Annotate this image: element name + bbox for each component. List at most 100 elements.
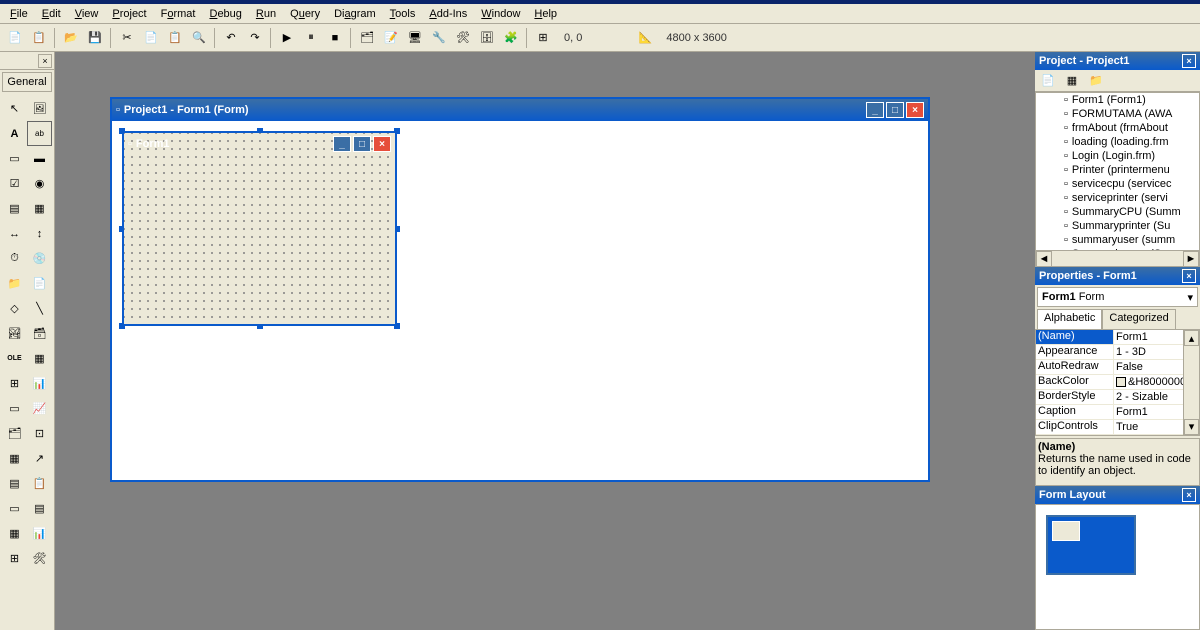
tree-item[interactable]: ▫serviceprinter (servi: [1036, 191, 1199, 205]
toolbox-button[interactable]: 🛠: [452, 27, 474, 49]
custom-tool-13[interactable]: ▤: [27, 496, 52, 521]
hscrollbar-tool[interactable]: ↔: [2, 221, 27, 246]
properties-close-button[interactable]: ×: [1182, 269, 1196, 283]
custom-tool-17[interactable]: 🛠: [27, 546, 52, 571]
toolbox-close-button[interactable]: ×: [38, 54, 52, 68]
paste-button[interactable]: 📋: [164, 27, 186, 49]
custom-tool-7[interactable]: ⊡: [27, 421, 52, 446]
tree-item[interactable]: ▫frmAbout (frmAbout: [1036, 121, 1199, 135]
custom-tool-16[interactable]: ⊞: [2, 546, 27, 571]
menu-diagram[interactable]: Diagram: [328, 6, 382, 22]
menu-debug[interactable]: Debug: [203, 6, 247, 22]
property-row[interactable]: ControlBoxTrue: [1036, 435, 1199, 436]
menu-run[interactable]: Run: [250, 6, 282, 22]
undo-button[interactable]: ↶: [220, 27, 242, 49]
filelistbox-tool[interactable]: 📄: [27, 271, 52, 296]
designer-minimize-button[interactable]: _: [866, 102, 884, 118]
add-form-button[interactable]: 📋: [28, 27, 50, 49]
custom-tool-9[interactable]: ↗: [27, 446, 52, 471]
commandbutton-tool[interactable]: ▬: [27, 146, 52, 171]
properties-object-combo[interactable]: Form1 Form ▾: [1037, 287, 1198, 307]
form1-close-button[interactable]: ×: [373, 136, 391, 152]
toggle-folders-button[interactable]: 📁: [1085, 70, 1107, 92]
menu-project[interactable]: Project: [106, 6, 152, 22]
property-row[interactable]: BackColor&H8000000F: [1036, 375, 1199, 390]
label-tool[interactable]: A: [2, 121, 27, 146]
properties-grid[interactable]: (Name)Form1Appearance1 - 3DAutoRedrawFal…: [1035, 329, 1200, 436]
form1-minimize-button[interactable]: _: [333, 136, 351, 152]
break-button[interactable]: ⏸: [300, 27, 322, 49]
object-browser-button[interactable]: 🔧: [428, 27, 450, 49]
menu-view[interactable]: View: [69, 6, 105, 22]
property-row[interactable]: Appearance1 - 3D: [1036, 345, 1199, 360]
custom-tool-10[interactable]: ▤: [2, 471, 27, 496]
props-scroll-down[interactable]: ▾: [1184, 419, 1199, 435]
frame-tool[interactable]: ▭: [2, 146, 27, 171]
designer-close-button[interactable]: ×: [906, 102, 924, 118]
property-row[interactable]: (Name)Form1: [1036, 330, 1199, 345]
designer-maximize-button[interactable]: □: [886, 102, 904, 118]
categorized-tab[interactable]: Categorized: [1102, 309, 1175, 329]
optionbutton-tool[interactable]: ◉: [27, 171, 52, 196]
view-code-button[interactable]: 📄: [1037, 70, 1059, 92]
line-tool[interactable]: ╲: [27, 296, 52, 321]
custom-tool-14[interactable]: ▦: [2, 521, 27, 546]
custom-tool-5[interactable]: 📈: [27, 396, 52, 421]
properties-panel-title[interactable]: Properties - Form1 ×: [1035, 267, 1200, 285]
checkbox-tool[interactable]: ☑: [2, 171, 27, 196]
form-layout-body[interactable]: [1035, 504, 1200, 630]
custom-tool-15[interactable]: 📊: [27, 521, 52, 546]
view-object-button[interactable]: ▦: [1061, 70, 1083, 92]
menu-help[interactable]: Help: [528, 6, 563, 22]
custom-tool-6[interactable]: 🗂: [2, 421, 27, 446]
menu-query[interactable]: Query: [284, 6, 326, 22]
menu-format[interactable]: Format: [155, 6, 202, 22]
menu-window[interactable]: Window: [475, 6, 526, 22]
timer-tool[interactable]: ⏱: [2, 246, 27, 271]
custom-tool-12[interactable]: ▭: [2, 496, 27, 521]
tree-item[interactable]: ▫Login (Login.frm): [1036, 149, 1199, 163]
toolbox-general-tab[interactable]: General: [2, 72, 52, 92]
property-row[interactable]: AutoRedrawFalse: [1036, 360, 1199, 375]
start-button[interactable]: ▶: [276, 27, 298, 49]
form-design-surface[interactable]: ▫ Form1 _ □ ×: [122, 131, 397, 326]
tree-item[interactable]: ▫Summaryprinter (Su: [1036, 219, 1199, 233]
grid-button[interactable]: ⊞: [532, 27, 554, 49]
form-layout-close-button[interactable]: ×: [1182, 488, 1196, 502]
visual-component-button[interactable]: 🧩: [500, 27, 522, 49]
props-scroll-up[interactable]: ▴: [1184, 330, 1199, 346]
textbox-tool[interactable]: ab: [27, 121, 52, 146]
tree-item[interactable]: ▫summaryuser (summ: [1036, 233, 1199, 247]
custom-tool-3[interactable]: 📊: [27, 371, 52, 396]
alphabetic-tab[interactable]: Alphabetic: [1037, 309, 1102, 329]
menu-file[interactable]: File: [4, 6, 34, 22]
custom-tool-8[interactable]: ▦: [2, 446, 27, 471]
redo-button[interactable]: ↷: [244, 27, 266, 49]
tree-item[interactable]: ▫SummaryCPU (Summ: [1036, 205, 1199, 219]
mini-form-preview[interactable]: [1052, 521, 1080, 541]
tree-item[interactable]: ▫servicecpu (servicec: [1036, 177, 1199, 191]
save-button[interactable]: 💾: [84, 27, 106, 49]
mini-screen[interactable]: [1046, 515, 1136, 575]
menu-addins[interactable]: Add-Ins: [423, 6, 473, 22]
listbox-tool[interactable]: ▦: [27, 196, 52, 221]
tree-item[interactable]: ▫loading (loading.frm: [1036, 135, 1199, 149]
custom-tool-1[interactable]: ▦: [27, 346, 52, 371]
tree-item[interactable]: ▫FORMUTAMA (AWA: [1036, 107, 1199, 121]
custom-tool-2[interactable]: ⊞: [2, 371, 27, 396]
designer-titlebar[interactable]: ▫ Project1 - Form1 (Form) _ □ ×: [112, 99, 928, 121]
tree-item[interactable]: ▫Printer (printermenu: [1036, 163, 1199, 177]
properties-button[interactable]: 📝: [380, 27, 402, 49]
menu-edit[interactable]: Edit: [36, 6, 67, 22]
drivelistbox-tool[interactable]: 💿: [27, 246, 52, 271]
project-explorer-button[interactable]: 🗂: [356, 27, 378, 49]
image-tool[interactable]: 🏞: [2, 321, 27, 346]
pointer-tool[interactable]: ↖: [2, 96, 27, 121]
combobox-tool[interactable]: ▤: [2, 196, 27, 221]
menu-tools[interactable]: Tools: [384, 6, 422, 22]
custom-tool-11[interactable]: 📋: [27, 471, 52, 496]
tree-item[interactable]: ▫Form1 (Form1): [1036, 93, 1199, 107]
copy-button[interactable]: 📄: [140, 27, 162, 49]
form-layout-title[interactable]: Form Layout ×: [1035, 486, 1200, 504]
property-row[interactable]: ClipControlsTrue: [1036, 420, 1199, 435]
